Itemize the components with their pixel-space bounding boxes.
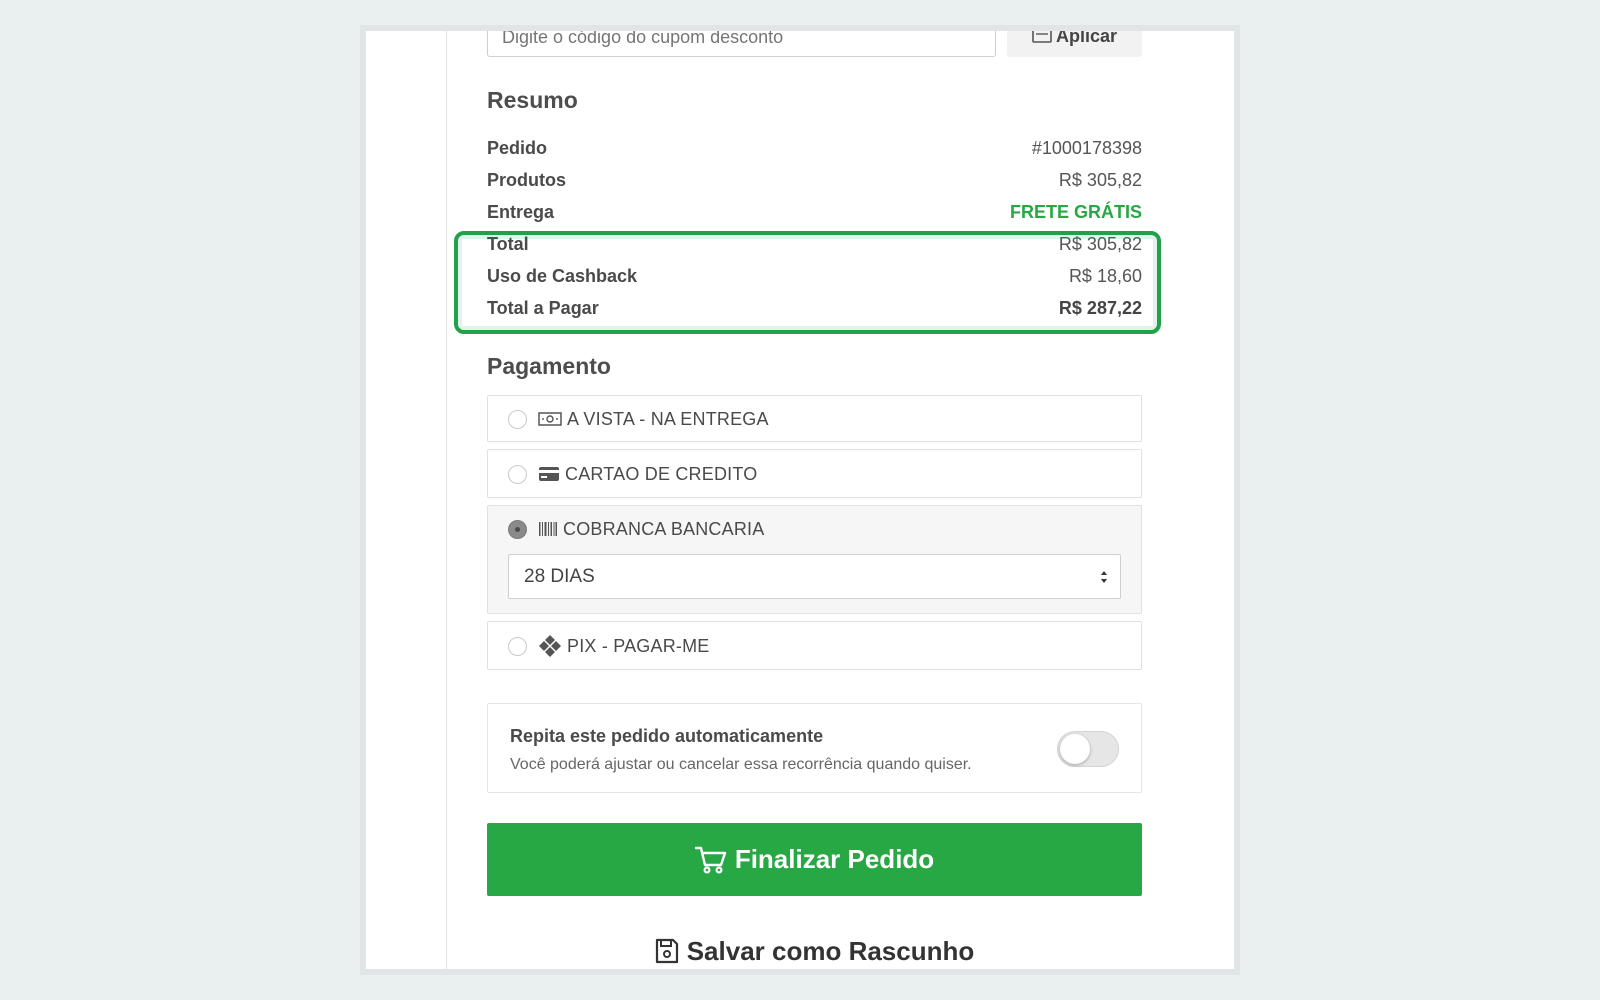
summary-row-delivery: Entrega FRETE GRÁTIS — [487, 197, 1142, 227]
pix-icon — [538, 634, 562, 658]
credit-card-icon — [538, 466, 560, 482]
cash-icon — [538, 412, 562, 426]
radio-button[interactable] — [508, 409, 527, 429]
checkout-frame: Aplicar Resumo Pedido #1000178398 Produt… — [360, 25, 1240, 975]
payment-option-label: CARTAO DE CREDITO — [565, 463, 758, 484]
summary-row-products: Produtos R$ 305,82 — [487, 165, 1142, 195]
free-shipping-badge: FRETE GRÁTIS — [1009, 201, 1142, 222]
summary-label: Entrega — [487, 201, 555, 222]
summary-label: Uso de Cashback — [487, 265, 638, 286]
finalize-order-button[interactable]: Finalizar Pedido — [487, 823, 1142, 896]
apply-coupon-button[interactable]: Aplicar — [1007, 31, 1142, 57]
save-draft-label: Salvar como Rascunho — [686, 935, 975, 966]
apply-coupon-label: Aplicar — [1055, 31, 1118, 47]
installment-selected-value: 28 DIAS — [524, 565, 595, 587]
payment-title: Pagamento — [487, 353, 611, 379]
floppy-disk-icon — [655, 938, 687, 964]
payment-option-label: COBRANCA BANCARIA — [563, 518, 765, 539]
radio-button[interactable] — [508, 636, 527, 656]
summary-row-cashback: Uso de Cashback R$ 18,60 — [487, 261, 1142, 291]
summary-row-total: Total R$ 305,82 — [487, 229, 1142, 259]
payment-option-label: A VISTA - NA ENTREGA — [567, 408, 769, 429]
recurrence-title: Repita este pedido automaticamente — [510, 726, 824, 746]
summary-title: Resumo — [487, 87, 578, 113]
payment-option-pix[interactable]: PIX - PAGAR-ME — [487, 621, 1142, 670]
payment-option-credit-card[interactable]: CARTAO DE CREDITO — [487, 449, 1142, 498]
recurrence-toggle[interactable] — [1057, 731, 1119, 767]
cart-icon — [694, 846, 735, 874]
summary-value: R$ 305,82 — [1058, 169, 1142, 190]
installment-select[interactable]: 28 DIAS — [508, 554, 1121, 599]
total-to-pay-value: R$ 287,22 — [1058, 297, 1142, 318]
summary-value: R$ 18,60 — [1068, 265, 1142, 286]
payment-option-cash[interactable]: A VISTA - NA ENTREGA — [487, 395, 1142, 442]
checkout-page: Aplicar Resumo Pedido #1000178398 Produt… — [366, 31, 1234, 969]
payment-option-label: PIX - PAGAR-ME — [567, 635, 710, 656]
payment-option-bank-slip[interactable]: COBRANCA BANCARIA 28 DIAS — [487, 505, 1142, 614]
coupon-input[interactable] — [487, 31, 996, 57]
save-draft-button[interactable]: Salvar como Rascunho — [487, 929, 1142, 969]
summary-value: #1000178398 — [1031, 137, 1142, 158]
toggle-knob — [1060, 734, 1090, 764]
summary-row-total-to-pay: Total a Pagar R$ 287,22 — [487, 293, 1142, 323]
radio-button[interactable] — [508, 464, 527, 484]
recurrence-subtitle: Você poderá ajustar ou cancelar essa rec… — [510, 756, 972, 773]
barcode-icon — [538, 521, 558, 537]
summary-label: Produtos — [487, 169, 566, 190]
summary-label: Total — [487, 233, 529, 254]
coupon-row: Aplicar — [487, 31, 1142, 57]
finalize-order-label: Finalizar Pedido — [734, 844, 935, 874]
summary-row-order: Pedido #1000178398 — [487, 133, 1142, 163]
summary-label: Pedido — [487, 137, 548, 158]
summary-label: Total a Pagar — [487, 297, 599, 318]
left-divider — [446, 31, 447, 969]
radio-button-checked[interactable] — [508, 519, 527, 539]
select-arrows-icon — [1100, 569, 1108, 585]
recurrence-card: Repita este pedido automaticamente Você … — [487, 703, 1142, 793]
summary-value: R$ 305,82 — [1058, 233, 1142, 254]
ticket-icon — [1032, 31, 1052, 48]
